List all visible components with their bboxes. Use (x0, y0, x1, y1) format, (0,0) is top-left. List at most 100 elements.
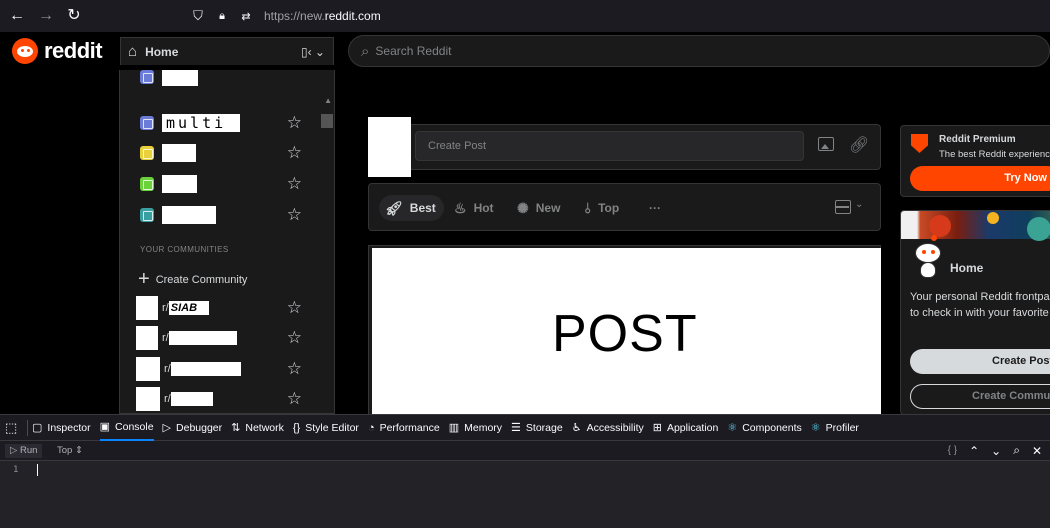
console-editor[interactable]: 1 (0, 461, 1050, 528)
redacted-name (162, 70, 198, 86)
back-icon[interactable]: ← (7, 6, 27, 26)
console-toolbar: ▷ Run Top ⇕ { } ⌃ ⌄ ⌕ ✕ (0, 441, 1050, 461)
star-icon[interactable]: ☆ (287, 298, 302, 318)
create-community-item[interactable]: + Create Community (138, 268, 247, 291)
home-card-desc-line: Your personal Reddit frontpage. Come her… (910, 291, 1050, 303)
tab-memory[interactable]: ▥ Memory (449, 414, 502, 441)
search-input[interactable] (375, 44, 876, 58)
home-label: Home (145, 44, 179, 59)
permissions-icon[interactable]: ⇄ (238, 10, 254, 23)
tab-network[interactable]: ⇅ Network (231, 414, 284, 441)
community-item[interactable]: r/ ☆ (120, 323, 334, 353)
community-item[interactable]: r/ ☆ (120, 384, 334, 413)
line-number: 1 (13, 465, 19, 475)
custom-feed-item[interactable]: ☆ (120, 200, 334, 230)
url-text[interactable]: https://new.reddit.com (264, 9, 381, 23)
home-card: Home Your personal Reddit frontpage. Com… (900, 210, 1050, 414)
forward-icon[interactable]: → (36, 6, 56, 26)
custom-feed-icon (140, 177, 154, 191)
pretty-print-icon[interactable]: { } (948, 445, 957, 456)
create-post-input[interactable]: Create Post (415, 131, 804, 161)
star-icon[interactable]: ☆ (287, 113, 302, 133)
image-icon[interactable] (818, 137, 834, 151)
context-selector[interactable]: Top ⇕ (57, 444, 83, 458)
layout-icon[interactable] (835, 200, 851, 214)
chevron-down-icon[interactable]: ⌄ (855, 199, 863, 210)
post-card[interactable]: POST (368, 245, 881, 414)
home-icon: ⌂ (128, 43, 138, 60)
inspector-icon: ▢ (32, 422, 43, 434)
storage-icon: ☰ (511, 422, 521, 434)
user-avatar[interactable] (368, 117, 411, 177)
search-icon[interactable]: ⌕ (1013, 443, 1020, 458)
tab-debugger[interactable]: ▷ Debugger (163, 414, 223, 441)
custom-feed-item[interactable]: multi ☆ (120, 108, 334, 138)
community-avatar (136, 326, 158, 350)
tab-profiler[interactable]: ⚛ Profiler (811, 414, 859, 441)
community-item[interactable]: r/ SIAB ☆ (120, 293, 334, 323)
chart-icon: ⫰ (585, 199, 592, 216)
text-caret (37, 464, 38, 476)
sort-new-label: New (535, 201, 561, 215)
create-community-label: Create Community (155, 273, 248, 286)
link-icon[interactable]: 🔗︎ (849, 135, 869, 155)
try-now-button[interactable]: Try Now (910, 166, 1050, 191)
custom-feed-icon (140, 70, 154, 84)
planet-graphic (929, 215, 951, 237)
tab-console[interactable]: ▣ Console (99, 414, 154, 441)
tab-storage[interactable]: ☰ Storage (511, 414, 563, 441)
create-community-button[interactable]: Create Community (910, 384, 1050, 409)
tab-style-editor[interactable]: {} Style Editor (293, 414, 359, 441)
custom-feed-item[interactable] (120, 70, 334, 92)
element-picker-icon[interactable]: ⬚ (5, 420, 23, 436)
snoo-body (920, 262, 936, 278)
debugger-icon: ▷ (162, 422, 172, 434)
star-icon[interactable]: ☆ (287, 328, 302, 348)
sort-hot[interactable]: ♨ Hot (454, 195, 494, 221)
shield-icon[interactable]: ⛉ (190, 8, 206, 24)
star-icon[interactable]: ☆ (287, 205, 302, 225)
sort-new[interactable]: ✺ New (517, 195, 560, 221)
sort-best-label: Best (409, 201, 436, 215)
custom-feed-item[interactable]: ☆ (120, 169, 334, 199)
sparkle-icon: ✺ (517, 199, 529, 216)
star-icon[interactable]: ☆ (287, 389, 302, 409)
tab-inspector[interactable]: ▢ Inspector (32, 414, 91, 441)
run-button[interactable]: ▷ Run (5, 444, 43, 458)
home-card-description: Your personal Reddit frontpage. Come her… (910, 290, 1050, 321)
redacted-name (168, 331, 237, 345)
feed-dropdown[interactable]: ⌂ Home ▯‹ ⌄ (120, 37, 334, 65)
community-avatar (136, 296, 158, 320)
reload-icon[interactable]: ↻ (64, 6, 84, 26)
lock-icon[interactable]: 🔒︎ (214, 10, 230, 23)
community-item[interactable]: r/ ☆ (120, 354, 334, 384)
redacted-name (162, 206, 216, 224)
sort-best[interactable]: 🚀︎ Best (379, 195, 444, 221)
sort-top[interactable]: ⫰ Top (585, 195, 619, 221)
more-options-icon[interactable]: ··· (649, 195, 661, 221)
reddit-logo[interactable]: reddit (12, 38, 103, 64)
tab-components[interactable]: ⚛ Components (727, 414, 801, 441)
close-icon[interactable]: ✕ (1032, 444, 1042, 458)
application-icon: ⊞ (652, 422, 662, 434)
star-icon[interactable]: ☆ (287, 174, 302, 194)
star-icon[interactable]: ☆ (287, 143, 302, 163)
tab-accessibility[interactable]: ♿︎ Accessibility (572, 414, 644, 441)
home-card-desc-line: to check in with your favorite communiti… (910, 306, 1050, 319)
devtools-tabs: ⬚ ▢ Inspector ▣ Console ▷ Debugger ⇅ Network… (0, 414, 1050, 441)
chevron-up-icon[interactable]: ⌃ (969, 444, 979, 458)
logo-text: reddit (44, 38, 103, 63)
custom-feed-item[interactable]: ☆ (120, 138, 334, 168)
collapse-icon[interactable]: ▯‹ ⌄ (301, 45, 325, 59)
create-post-button[interactable]: Create Post (910, 349, 1050, 374)
tab-performance[interactable]: ◔ Performance (368, 414, 440, 441)
url-bar[interactable]: ⛉ 🔒︎ ⇄ https://new.reddit.com (182, 3, 1050, 29)
premium-subtitle: The best Reddit experience (939, 149, 1050, 160)
search-bar[interactable]: ⌕ (348, 35, 1050, 67)
redacted-name (170, 362, 241, 376)
star-icon[interactable]: ☆ (287, 359, 302, 379)
chevron-down-icon[interactable]: ⌄ (991, 444, 1001, 458)
post-title: POST (552, 305, 698, 363)
tab-application[interactable]: ⊞ Application (653, 414, 719, 441)
scroll-up-icon[interactable]: ▲ (324, 96, 332, 105)
